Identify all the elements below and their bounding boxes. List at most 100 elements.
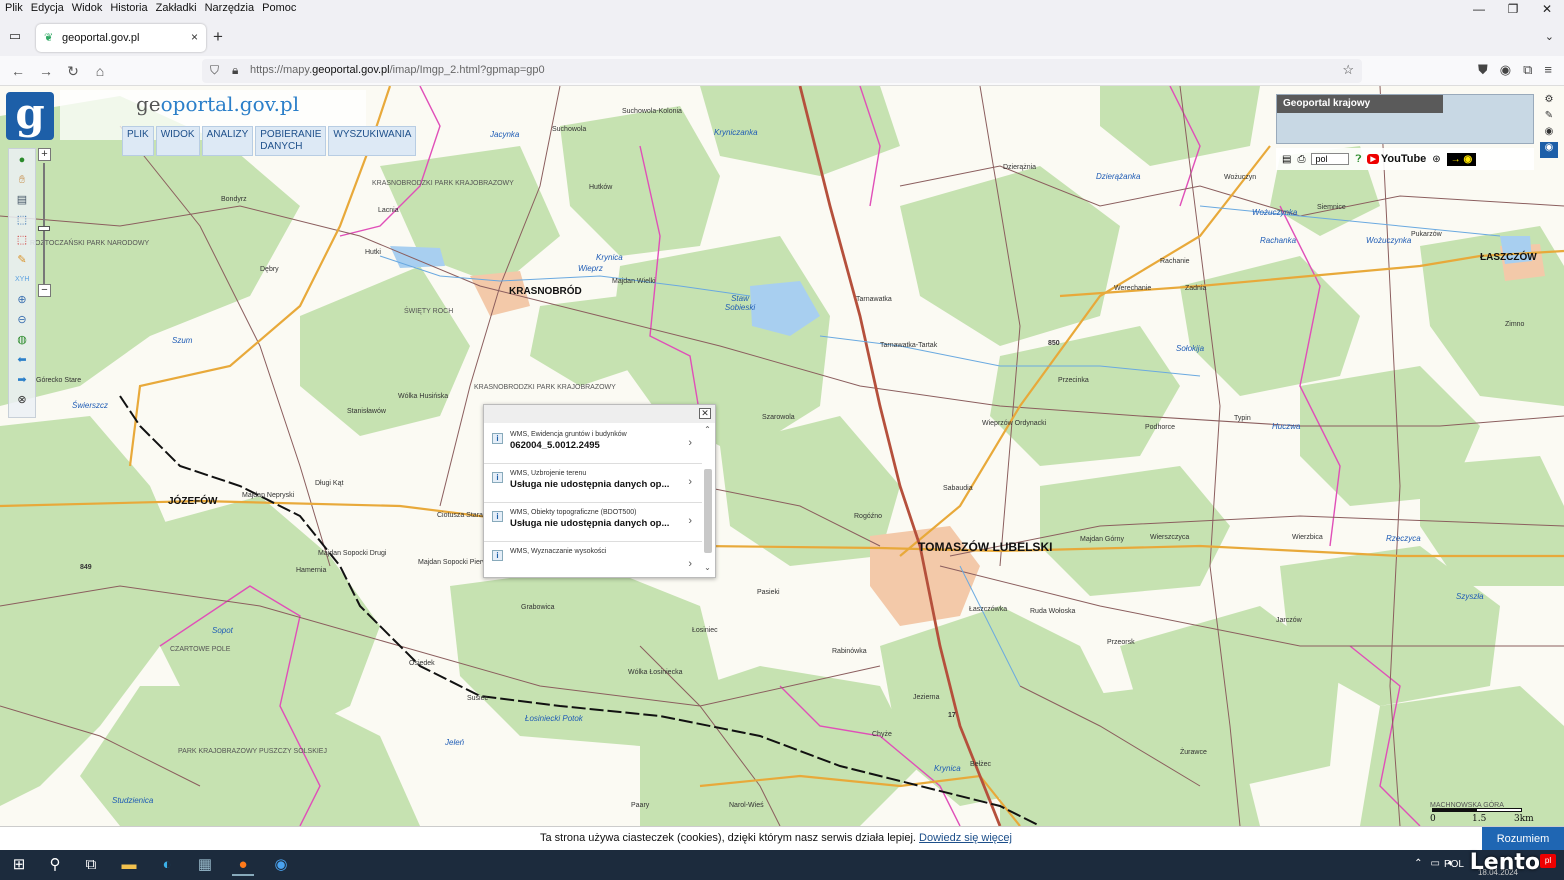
geoportal-logo[interactable]: g	[6, 92, 54, 140]
select-area-icon[interactable]: ⬚	[15, 213, 29, 227]
clear-selection-icon[interactable]: ⬚	[15, 233, 29, 247]
map-label-place: Zimno	[1505, 321, 1525, 328]
zoom-track[interactable]	[43, 163, 45, 285]
input-language[interactable]: POL	[1444, 859, 1464, 870]
full-extent-globe-icon[interactable]: ◍	[15, 333, 29, 347]
app-menu-icon[interactable]: ≡	[1544, 62, 1552, 78]
map-label-place: Jarczów	[1276, 617, 1302, 624]
reload-icon[interactable]: ↻	[63, 62, 83, 80]
tools-icon[interactable]: ✎	[1540, 110, 1558, 126]
tracking-shield-icon[interactable]: ⛉	[210, 63, 219, 78]
map-canvas[interactable]: TOMASZÓW LUBELSKI KRASNOBRÓD JÓZEFÓW ŁAS…	[0, 86, 1564, 826]
pan-hand-icon[interactable]: ✋︎	[15, 173, 29, 187]
tab-list-icon[interactable]: ▭	[6, 28, 24, 44]
search-icon[interactable]: ⚲	[44, 854, 66, 876]
firefox-icon[interactable]: ●	[232, 854, 254, 876]
map-label-river: Studzienica	[112, 796, 154, 805]
accessibility-icon[interactable]: ⊛	[1432, 154, 1440, 165]
popup-row[interactable]: i WMS, Obiekty topograficzne (BDOT500) U…	[484, 503, 702, 542]
url-bar[interactable]: ⛉ 🔒︎ https://mapy.geoportal.gov.pl/imap/…	[202, 59, 1362, 83]
chevron-right-icon[interactable]: ›	[688, 476, 692, 488]
back-icon[interactable]: ←	[8, 62, 28, 80]
restore-button[interactable]: ❐	[1496, 0, 1530, 18]
zoom-thumb[interactable]	[38, 226, 50, 231]
gp-menu-wyszukiwania[interactable]: WYSZUKIWANIA	[328, 126, 417, 156]
popup-row[interactable]: i WMS, Ewidencja gruntów i budynków 0620…	[484, 425, 702, 464]
map-label-place: Górecko Stare	[36, 377, 82, 384]
chevron-right-icon[interactable]: ›	[688, 558, 692, 570]
tray-expand-icon[interactable]: ⌃	[1414, 858, 1422, 869]
scroll-up-icon[interactable]: ⌃	[702, 425, 713, 434]
calculator-icon[interactable]: ▦	[194, 854, 216, 876]
previous-view-icon[interactable]: ⬅	[15, 353, 29, 367]
info-tool-icon[interactable]: ●	[15, 153, 29, 167]
new-tab-button[interactable]: +	[213, 28, 223, 46]
edge-icon[interactable]: ◐	[156, 854, 178, 876]
gp-menu-pobieranie[interactable]: POBIERANIE DANYCH	[255, 126, 327, 156]
windows-taskbar: ⊞ ⚲ ⧉ ▬ ◐ ▦ ● ◉ ⌃ ▭ 🔈︎ POL 18.04.2024 Le…	[0, 850, 1564, 880]
bookmark-star-icon[interactable]: ☆	[1342, 62, 1354, 78]
file-explorer-icon[interactable]: ▬	[118, 854, 140, 876]
layers-eye-icon[interactable]: ◉	[1540, 142, 1558, 158]
popup-row[interactable]: i WMS, Wyznaczanie wysokości ›	[484, 542, 702, 581]
menu-narzedzia[interactable]: Narzędzia	[201, 0, 259, 16]
account-icon[interactable]: ◉	[1500, 62, 1511, 78]
settings-icon[interactable]: ⚙	[1540, 94, 1558, 110]
zoom-out-icon[interactable]: ⊖	[15, 313, 29, 327]
pocket-icon[interactable]: ⛊	[1478, 62, 1488, 78]
menu-pomoc[interactable]: Pomoc	[258, 0, 300, 16]
youtube-link[interactable]: ▶ YouTube	[1367, 153, 1426, 165]
geoportal-header: geoportal.gov.pl PLIK WIDOK ANALIZY POBI…	[60, 90, 417, 156]
list-all-tabs-icon[interactable]: ⌄	[1545, 30, 1554, 43]
print-icon[interactable]: ▤	[1282, 154, 1291, 165]
high-contrast-eye-icon[interactable]: → ◉	[1446, 152, 1477, 166]
zoom-in-icon[interactable]: ⊕	[15, 293, 29, 307]
next-view-icon[interactable]: ➡	[15, 373, 29, 387]
windows-start-icon[interactable]: ⊞	[8, 854, 30, 876]
zoom-minus-button[interactable]: −	[38, 284, 51, 297]
pencil-icon[interactable]: ✎	[15, 253, 29, 267]
forward-icon[interactable]: →	[36, 62, 56, 80]
gp-menu-analizy[interactable]: ANALIZY	[201, 126, 254, 156]
cookie-accept-button[interactable]: Rozumiem	[1482, 827, 1564, 851]
menu-widok[interactable]: Widok	[68, 0, 107, 16]
extensions-icon[interactable]: ⧉	[1523, 62, 1532, 78]
minimize-button[interactable]: —	[1462, 0, 1496, 18]
home-icon[interactable]: ⌂	[90, 62, 110, 80]
popup-row[interactable]: i WMS, Uzbrojenie terenu Usługa nie udos…	[484, 464, 702, 503]
xyh-coordinates-icon[interactable]: XYH	[15, 273, 29, 287]
map-label-place: Jezierna	[913, 694, 940, 701]
eye-icon[interactable]: ◉	[1540, 126, 1558, 142]
legend-icon[interactable]: ▤	[15, 193, 29, 207]
chevron-right-icon[interactable]: ›	[688, 515, 692, 527]
cookie-learn-more-link[interactable]: Dowiedz się więcej	[919, 832, 1012, 844]
menu-plik[interactable]: Plik	[0, 0, 27, 16]
chevron-right-icon[interactable]: ›	[688, 437, 692, 449]
scroll-thumb[interactable]	[704, 469, 712, 553]
gp-menu-widok[interactable]: WIDOK	[155, 126, 200, 156]
url-text[interactable]: https://mapy.geoportal.gov.pl/imap/Imgp_…	[250, 64, 545, 76]
popup-scrollbar[interactable]: ⌃ ⌄	[702, 425, 713, 575]
scroll-down-icon[interactable]: ⌄	[702, 563, 713, 572]
lock-icon[interactable]: 🔒︎	[232, 63, 238, 78]
language-select[interactable]: pol	[1311, 153, 1350, 165]
tab-close-icon[interactable]: ×	[191, 30, 198, 44]
network-icon[interactable]: ▭	[1431, 858, 1440, 869]
close-window-button[interactable]: ✕	[1530, 0, 1564, 18]
printer-icon[interactable]: ⎙	[1297, 154, 1305, 165]
overview-map[interactable]: Geoportal krajowy	[1276, 94, 1534, 144]
help-icon[interactable]: ❓︎	[1355, 154, 1361, 165]
app-icon[interactable]: ◉	[270, 854, 292, 876]
map-label-place: Łaszczówka	[969, 606, 1008, 613]
menu-zakladki[interactable]: Zakładki	[152, 0, 201, 16]
popup-close-button[interactable]: ✕	[699, 408, 711, 419]
gp-menu-plik[interactable]: PLIK	[122, 126, 154, 156]
clear-all-icon[interactable]: ⊗	[15, 393, 29, 407]
zoom-plus-button[interactable]: +	[38, 148, 51, 161]
menu-edycja[interactable]: Edycja	[27, 0, 68, 16]
task-view-icon[interactable]: ⧉	[80, 854, 102, 876]
browser-menubar: Plik Edycja Widok Historia Zakładki Narz…	[0, 0, 1564, 16]
menu-historia[interactable]: Historia	[106, 0, 151, 16]
zoom-slider[interactable]: + −	[36, 148, 52, 298]
tab-geoportal[interactable]: ❦ geoportal.gov.pl ×	[36, 24, 206, 52]
